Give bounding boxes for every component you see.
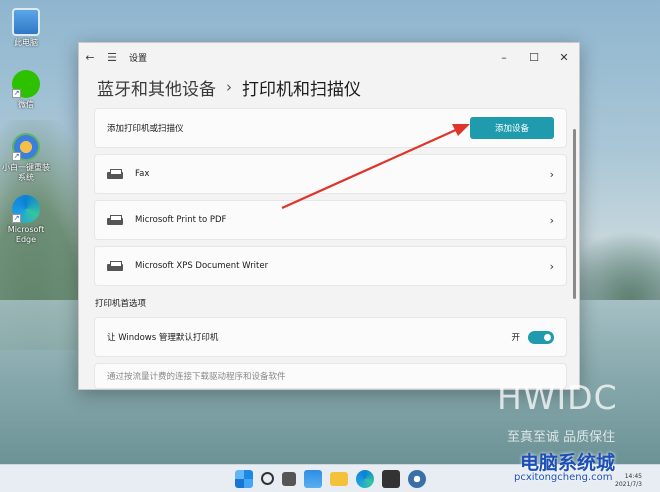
maximize-icon[interactable]: ☐ [519, 51, 549, 64]
chevron-right-icon: › [549, 167, 554, 181]
xiaobai-icon: ↗ [12, 133, 40, 161]
title-bar: ← ☰ 设置 – ☐ ✕ [79, 43, 579, 71]
printer-icon [107, 214, 123, 226]
settings-window: ← ☰ 设置 – ☐ ✕ 蓝牙和其他设备 › 打印机和扫描仪 添加打印机或扫描仪… [78, 42, 580, 390]
breadcrumb-separator: › [226, 78, 232, 96]
watermark-site: 电脑系统城 [520, 452, 616, 474]
default-printer-row: 让 Windows 管理默认打印机 开 [94, 317, 567, 357]
window-title: 设置 [129, 53, 148, 64]
printer-row-xps[interactable]: Microsoft XPS Document Writer › [94, 246, 567, 286]
printer-icon [107, 168, 123, 180]
metered-download-label: 通过按流量计费的连接下载驱动程序和设备软件 [107, 372, 286, 382]
this-pc-icon [12, 8, 40, 36]
breadcrumb: 蓝牙和其他设备 › 打印机和扫描仪 [79, 71, 579, 103]
desktop-icon-this-pc[interactable]: 此电脑 [0, 8, 52, 48]
back-arrow-icon[interactable]: ← [79, 51, 101, 64]
default-printer-label: 让 Windows 管理默认打印机 [107, 333, 219, 343]
search-icon[interactable] [260, 472, 274, 485]
toggle-state-label: 开 [511, 333, 520, 343]
shortcut-arrow-icon: ↗ [12, 152, 21, 161]
close-icon[interactable]: ✕ [549, 51, 579, 64]
printer-name: Fax [135, 169, 150, 179]
add-device-button[interactable]: 添加设备 [470, 117, 554, 139]
add-printer-row: 添加打印机或扫描仪 添加设备 [94, 108, 567, 148]
desktop-icon-xiaobai[interactable]: ↗ 小白一键重装系统 [0, 133, 52, 183]
desktop-icon-label: Microsoft Edge [7, 225, 45, 244]
desktop-icon-label: 小白一键重装系统 [2, 163, 50, 182]
printer-preferences-heading: 打印机首选项 [95, 299, 147, 309]
start-icon[interactable] [234, 469, 253, 488]
settings-icon[interactable] [407, 469, 426, 488]
desktop-icon-wechat[interactable]: ↗ 微信 [0, 70, 52, 110]
store-icon[interactable] [381, 469, 400, 488]
edge-icon[interactable] [355, 469, 374, 488]
desktop-icon-label: 此电脑 [14, 38, 38, 47]
wechat-icon: ↗ [12, 70, 40, 98]
minimize-icon[interactable]: – [489, 51, 519, 64]
edge-icon: ↗ [12, 195, 40, 223]
widgets-icon[interactable] [303, 469, 322, 488]
printer-icon [107, 260, 123, 272]
default-printer-toggle[interactable] [528, 330, 554, 344]
printer-name: Microsoft XPS Document Writer [135, 261, 269, 271]
printer-row-pdf[interactable]: Microsoft Print to PDF › [94, 200, 567, 240]
desktop-icon-edge[interactable]: ↗ Microsoft Edge [0, 195, 52, 245]
scrollbar[interactable] [573, 129, 576, 299]
chevron-right-icon: › [549, 213, 554, 227]
task-view-icon[interactable] [281, 471, 296, 486]
shortcut-arrow-icon: ↗ [12, 214, 21, 223]
breadcrumb-parent[interactable]: 蓝牙和其他设备 [97, 75, 216, 100]
clock-date: 2021/7/3 [615, 481, 642, 488]
shortcut-arrow-icon: ↗ [12, 89, 21, 98]
watermark-url: pcxitongcheng.com [514, 472, 613, 483]
settings-content: 添加打印机或扫描仪 添加设备 Fax › Microsoft Print to … [94, 108, 567, 389]
watermark-brand: HWIDC [497, 378, 618, 417]
add-printer-label: 添加打印机或扫描仪 [107, 124, 184, 134]
file-explorer-icon[interactable] [329, 471, 348, 486]
printer-row-fax[interactable]: Fax › [94, 154, 567, 194]
hamburger-menu-icon[interactable]: ☰ [101, 51, 123, 64]
printer-name: Microsoft Print to PDF [135, 215, 227, 225]
system-clock[interactable]: 14:45 2021/7/3 [615, 473, 642, 489]
chevron-right-icon: › [549, 259, 554, 273]
clock-time: 14:45 [624, 473, 642, 480]
watermark-slogan: 至真至诚 品质保住 [507, 430, 616, 445]
desktop-icon-label: 微信 [18, 100, 34, 109]
page-title: 打印机和扫描仪 [242, 79, 361, 100]
